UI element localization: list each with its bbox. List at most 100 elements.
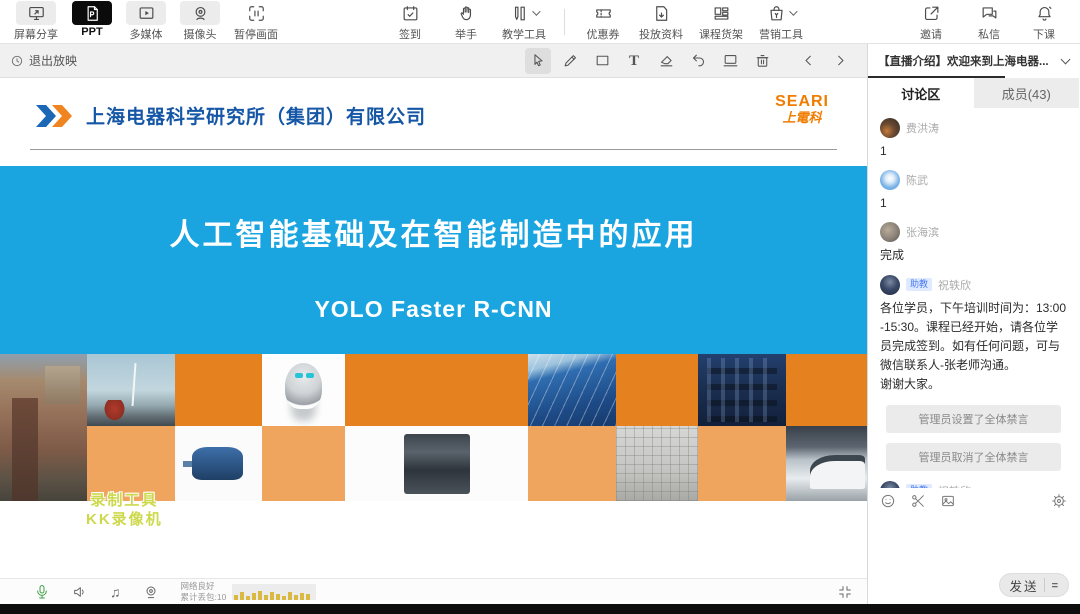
robot-photo [262,354,345,426]
image-upload-button[interactable] [940,493,956,509]
class-tools-group: 签到 举手 教学工具 优惠券 [390,1,803,42]
ppt-button[interactable]: PPT [72,1,112,38]
packet-loss: 累计丢包:10 [181,592,227,602]
check-in-button[interactable]: 签到 [390,1,430,42]
chat-input-toolbar [868,488,1079,514]
text-tool-icon [629,52,639,70]
speaker-button[interactable] [72,584,88,600]
text-tool-button[interactable] [621,48,647,74]
orange-square [616,354,699,426]
presentation-area: 退出放映 [0,44,868,604]
course-shelf-button[interactable]: 课程货架 [699,1,743,42]
coupon-icon [594,1,613,25]
screen-share-button[interactable]: 屏幕分享 [14,1,58,42]
toolbar-divider [564,9,565,35]
chat-message-list[interactable]: 费洪涛 1 陈武 1 张海滨 完成 [868,108,1079,488]
avatar [880,222,900,242]
circuit-breaker-photo [345,426,528,501]
sender-name: 祝轶欣 [938,277,971,293]
end-class-button[interactable]: 下课 [1024,1,1064,42]
electric-car-photo [786,426,867,501]
raise-hand-button[interactable]: 举手 [446,1,486,42]
send-options-icon[interactable] [1052,576,1058,594]
invite-icon [922,1,941,25]
send-button[interactable]: 发送 [999,573,1069,597]
status-bar: 网络良好 累计丢包:10 [0,578,867,604]
content-area: 退出放映 [0,44,1080,604]
send-row: 发送 [868,566,1079,604]
tab-members[interactable]: 成员(43) [974,78,1080,108]
orange-square [175,354,262,426]
webcam-toggle-button[interactable] [143,584,159,600]
chat-message: 费洪涛 1 [880,118,1067,161]
pause-screen-icon [247,1,266,25]
system-notice: 管理员设置了全体禁言 [886,405,1061,433]
exit-presentation-button[interactable]: 退出放映 [10,52,77,69]
orange-square [528,426,615,501]
marketing-tools-button[interactable]: 营销工具 [759,1,803,42]
live-intro-header[interactable]: 【直播介绍】欢迎来到上海电器... [868,44,1079,78]
cursor-tool-button[interactable] [525,48,551,74]
marketing-tools-label: 营销工具 [759,26,803,42]
undo-button[interactable] [685,48,711,74]
webcam-icon [143,584,159,600]
power-lab-photo [698,354,785,426]
pencil-icon [562,52,579,69]
network-info: 网络良好 累计丢包:10 [181,581,227,601]
end-class-icon [1035,1,1054,25]
materials-button[interactable]: 投放资料 [639,1,683,42]
background-music-button[interactable] [110,584,121,600]
rectangle-tool-button[interactable] [589,48,615,74]
orange-square [698,426,785,501]
multimedia-button[interactable]: 多媒体 [126,1,166,42]
communication-group: 邀请 私信 [911,1,1009,42]
trash-icon [754,52,771,69]
chevron-down-icon[interactable] [1061,55,1071,65]
message-input[interactable] [868,514,1079,566]
whiteboard-button[interactable] [717,48,743,74]
orange-square [262,426,345,501]
chat-settings-gear-button[interactable] [1051,493,1067,509]
ppt-slide: 上海电器科学研究所（集团）有限公司 SEARI 上電科 人工智能基础及在智能制造… [0,78,867,578]
network-quality-graph [232,584,316,600]
ppt-icon [72,1,112,25]
company-name: 上海电器科学研究所（集团）有限公司 [86,102,426,129]
emoji-button[interactable] [880,493,896,509]
coupon-label: 优惠券 [587,26,620,42]
invite-button[interactable]: 邀请 [911,1,951,42]
tab-discussion[interactable]: 讨论区 [868,78,974,108]
materials-label: 投放资料 [639,26,683,42]
seari-logo-chinese: 上電科 [775,111,829,125]
chat-message: 助教 祝轶欣 课间休息：14:12-14:22 [880,481,1067,489]
pause-screen-button[interactable]: 暂停画面 [234,1,278,42]
invite-label: 邀请 [920,26,942,42]
screenshot-scissors-button[interactable] [910,493,926,509]
pen-tool-button[interactable] [557,48,583,74]
ppt-label: PPT [81,26,102,38]
send-label: 发送 [1010,576,1039,595]
raise-hand-icon [457,1,476,25]
chevron-down-icon [532,7,540,15]
microphone-icon [34,584,50,600]
collapse-icon [837,584,853,600]
header-underline [868,76,1005,78]
eraser-tool-button[interactable] [653,48,679,74]
private-message-button[interactable]: 私信 [969,1,1009,42]
course-shelf-icon [712,1,731,25]
exit-fullscreen-button[interactable] [837,584,853,600]
undo-icon [690,52,707,69]
network-status: 网络良好 [181,581,215,591]
clear-all-button[interactable] [749,48,775,74]
photo-collage [0,354,867,501]
microphone-button[interactable] [34,584,50,600]
avatar [880,275,900,295]
coupon-button[interactable]: 优惠券 [583,1,623,42]
presentation-toolbar: 退出放映 [0,44,867,78]
teaching-tools-button[interactable]: 教学工具 [502,1,546,42]
previous-page-button[interactable] [795,48,821,74]
next-page-button[interactable] [827,48,853,74]
multimedia-label: 多媒体 [130,26,163,42]
camera-button[interactable]: 摄像头 [180,1,220,42]
seari-logo-text: SEARI [775,94,829,111]
send-divider [1044,578,1045,592]
